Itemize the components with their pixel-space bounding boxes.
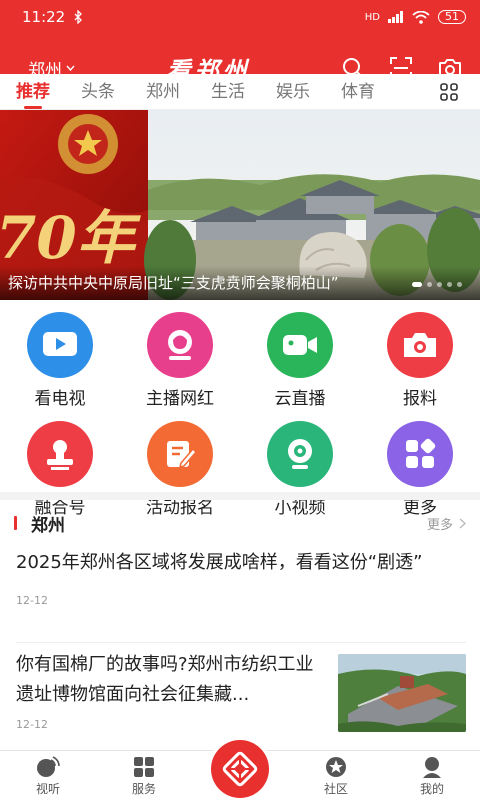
- nav-services[interactable]: 服务: [96, 751, 192, 800]
- carousel-dot: [437, 282, 442, 287]
- more-label: 更多: [426, 517, 453, 533]
- more-link[interactable]: 更多: [427, 514, 466, 533]
- service-event-signup[interactable]: 活动报名: [120, 421, 240, 518]
- tab-life[interactable]: 生活: [211, 75, 245, 109]
- signal-label: HD: [364, 11, 380, 23]
- camera-report-icon: [387, 312, 453, 378]
- banner-carousel[interactable]: 70年 探访中共中央中原局旧址“三支虎贲师会聚桐柏山”: [0, 110, 480, 300]
- service-label: 主播网红: [146, 389, 214, 409]
- service-grid: 看电视 主播网红 云直播 报料 融合号 活动报名 小视频 更多: [0, 312, 480, 518]
- news-thumbnail: [338, 654, 466, 732]
- banner-badge: 70年: [0, 204, 142, 272]
- carousel-dot: [457, 282, 462, 287]
- service-cloud-live[interactable]: 云直播: [240, 312, 360, 409]
- home-logo-icon: [211, 740, 269, 798]
- section-accent-bar: [14, 516, 17, 530]
- nav-home-button[interactable]: [208, 737, 272, 800]
- section-divider: [0, 492, 480, 500]
- news-item[interactable]: 你有国棉厂的故事吗?郑州市纺织工业遗址博物馆面向社会征集藏... 12-12: [16, 650, 466, 736]
- nav-label: 社区: [323, 782, 348, 796]
- carousel-dot: [447, 282, 452, 287]
- news-item[interactable]: 2025年郑州各区域将发展成啥样，看看这份“剧透” 12-12: [16, 548, 466, 607]
- banner-caption: 探访中共中央中原局旧址“三支虎贲师会聚桐柏山”: [0, 266, 480, 300]
- nav-label: 服务: [131, 782, 156, 796]
- battery-indicator: 51: [438, 10, 466, 24]
- service-label: 报料: [403, 389, 437, 409]
- status-bar: 11:22 HD 51: [0, 0, 480, 34]
- live-video-icon: [267, 312, 333, 378]
- more-apps-icon: [387, 421, 453, 487]
- service-report[interactable]: 报料: [360, 312, 480, 409]
- carousel-dot: [427, 282, 432, 287]
- bluetooth-icon: [74, 10, 83, 24]
- nav-label: 我的: [419, 782, 444, 796]
- chevron-down-icon: [66, 65, 75, 71]
- tab-entertainment[interactable]: 娱乐: [276, 75, 310, 109]
- services-icon: [134, 757, 154, 777]
- service-label: 看电视: [34, 389, 86, 409]
- section-title: 郑州: [31, 515, 65, 536]
- tab-recommend[interactable]: 推荐: [16, 75, 50, 109]
- service-anchor[interactable]: 主播网红: [120, 312, 240, 409]
- service-short-video[interactable]: 小视频: [240, 421, 360, 518]
- chevron-right-icon: [459, 517, 466, 529]
- news-date: 12-12: [16, 718, 48, 731]
- category-tabs: 推荐 头条 郑州 生活 娱乐 体育: [0, 74, 480, 110]
- tab-grid-icon[interactable]: [440, 83, 458, 101]
- service-label: 云直播: [274, 389, 326, 409]
- audio-visual-icon: [37, 756, 60, 777]
- tab-sports[interactable]: 体育: [341, 75, 375, 109]
- signal-icon: [388, 11, 403, 23]
- stamp-icon: [27, 421, 93, 487]
- signup-icon: [147, 421, 213, 487]
- section-header: 郑州 更多: [0, 508, 480, 538]
- community-icon: [326, 757, 346, 777]
- nav-community[interactable]: 社区: [288, 751, 384, 800]
- carousel-dot: [412, 282, 422, 287]
- tab-zhengzhou[interactable]: 郑州: [146, 75, 180, 109]
- news-title: 你有国棉厂的故事吗?郑州市纺织工业遗址博物馆面向社会征集藏...: [16, 654, 314, 705]
- nav-audio-visual[interactable]: 视听: [0, 751, 96, 800]
- short-video-icon: [267, 421, 333, 487]
- status-time: 11:22: [22, 8, 66, 26]
- service-more[interactable]: 更多: [360, 421, 480, 518]
- service-media-account[interactable]: 融合号: [0, 421, 120, 518]
- news-title: 2025年郑州各区域将发展成啥样，看看这份“剧透”: [16, 552, 423, 573]
- profile-icon: [423, 757, 441, 778]
- wifi-icon: [412, 10, 430, 24]
- tv-icon: [27, 312, 93, 378]
- bottom-nav: 视听 服务 社区 我的: [0, 737, 480, 800]
- service-watch-tv[interactable]: 看电视: [0, 312, 120, 409]
- news-date: 12-12: [16, 594, 48, 607]
- list-divider: [16, 642, 466, 643]
- tab-headlines[interactable]: 头条: [81, 75, 115, 109]
- carousel-dots: [412, 282, 462, 287]
- nav-label: 视听: [35, 782, 60, 796]
- nav-profile[interactable]: 我的: [384, 751, 480, 800]
- anchor-icon: [147, 312, 213, 378]
